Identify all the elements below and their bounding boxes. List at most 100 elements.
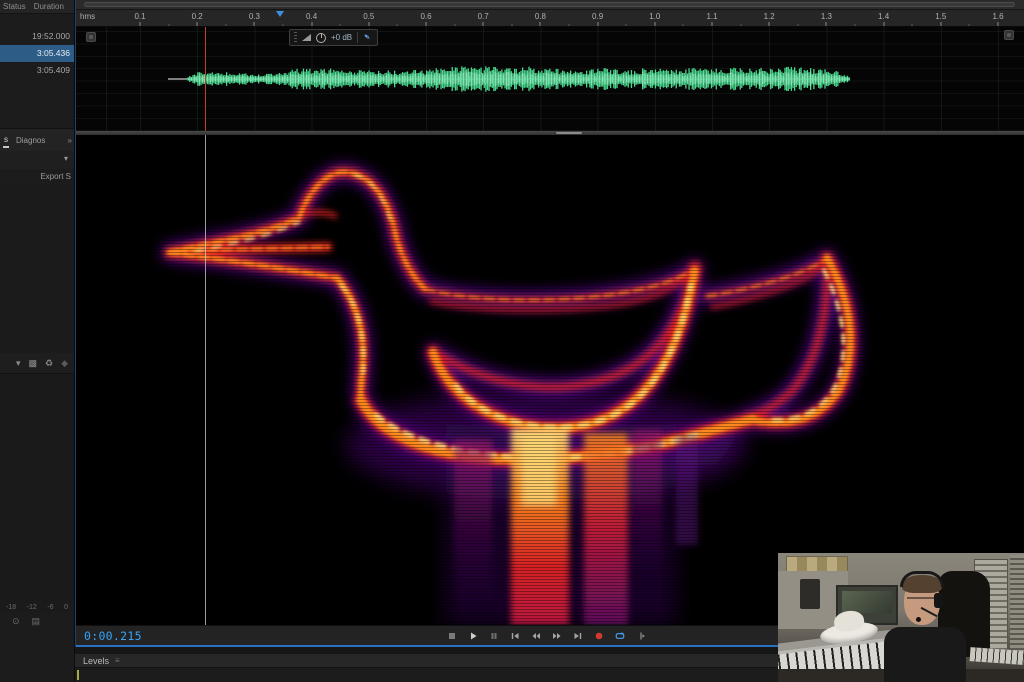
waveform-playhead-line [205, 27, 206, 131]
column-duration[interactable]: Duration [34, 2, 64, 11]
levels-panel-title: Levels [83, 656, 109, 666]
webcam-glasses [907, 597, 937, 604]
menu-icon[interactable]: ▤ [32, 616, 41, 627]
waveform-panel[interactable]: +0 dB ✒ [76, 27, 1024, 131]
play-button[interactable] [465, 629, 480, 643]
chevron-down-icon[interactable]: ▾ [64, 154, 68, 163]
ruler-tick-mark [769, 22, 770, 26]
skip-to-end-button[interactable] [570, 629, 585, 643]
panel-menu-icon[interactable]: ≡ [115, 656, 120, 665]
waveform-bars [186, 66, 850, 91]
meter-scale-label: 0 [64, 604, 68, 611]
meter-tick [77, 670, 79, 680]
pause-icon [489, 631, 499, 641]
ruler-tick-label: 0.2 [192, 12, 203, 21]
spectral-playhead-line [205, 135, 206, 625]
ruler-minor-tick [340, 24, 341, 26]
playhead-caret[interactable] [276, 11, 284, 17]
ruler-tick-label: 1.5 [935, 12, 946, 21]
timeline-ruler[interactable]: hms 0.10.20.30.40.50.60.70.80.91.01.11.2… [76, 10, 1024, 27]
ruler-unit-label: hms [80, 12, 95, 21]
file-row[interactable]: 19:52.000 [0, 28, 74, 45]
webcam-headset-earcup [934, 593, 943, 608]
volume-knob-icon[interactable] [316, 33, 326, 43]
zoom-scrollbar[interactable] [76, 0, 1024, 10]
chart-icon[interactable]: ▩ [29, 358, 38, 369]
rewind-button[interactable] [528, 629, 543, 643]
export-settings-label[interactable]: Export S [0, 169, 74, 185]
fast-forward-icon [552, 631, 562, 641]
ruler-tick-label: 1.2 [764, 12, 775, 21]
webcam-scene [778, 553, 1024, 682]
time-display[interactable]: 0:00.215 [76, 629, 142, 643]
ruler-tick-mark [254, 22, 255, 26]
sidebar-tabstrip: s Diagnos » [0, 129, 74, 151]
ruler-tick-label: 0.5 [363, 12, 374, 21]
skip-cursor-icon [636, 631, 646, 641]
loop-playback-button[interactable] [612, 629, 627, 643]
dropdown-row: ▾ [0, 151, 74, 169]
stop-button[interactable] [444, 629, 459, 643]
ruler-tick-label: 0.3 [249, 12, 260, 21]
record-icon [594, 631, 604, 641]
tab-overflow-icon[interactable]: » [68, 136, 72, 145]
webcam-mic [916, 617, 921, 622]
target-icon[interactable]: ⊙ [12, 616, 20, 627]
panel-toolbar: ▾ ▩ ♻ ◆ [0, 353, 74, 373]
stop-icon [447, 631, 457, 641]
skip-to-start-button[interactable] [507, 629, 522, 643]
skip-cursor-button[interactable] [633, 629, 648, 643]
transport-buttons [444, 629, 648, 643]
files-list: 19:52.0003:05.4363:05.409 [0, 28, 74, 128]
app-window: Status Duration 19:52.0003:05.4363:05.40… [0, 0, 1024, 682]
ruler-tick-mark [311, 22, 312, 26]
sidebar-tab[interactable]: s [3, 133, 9, 148]
meter-scale: -18-12-60 [0, 601, 74, 613]
ruler-tick-label: 1.3 [821, 12, 832, 21]
chevron-down-icon[interactable]: ▾ [16, 358, 21, 369]
fast-forward-button[interactable] [549, 629, 564, 643]
record-button[interactable] [591, 629, 606, 643]
splitter-handle[interactable] [556, 132, 582, 134]
file-row[interactable]: 3:05.436 [0, 45, 74, 62]
panel-empty-area [0, 373, 74, 601]
ruler-tick-mark [540, 22, 541, 26]
ruler-minor-tick [626, 24, 627, 26]
left-sidebar: Status Duration 19:52.0003:05.4363:05.40… [0, 0, 75, 682]
webcam-person-body [884, 627, 966, 682]
ruler-tick-mark [826, 22, 827, 26]
volume-fader-icon[interactable] [302, 34, 311, 41]
hud-volume-widget[interactable]: +0 dB ✒ [289, 29, 378, 46]
column-status[interactable]: Status [3, 2, 26, 11]
hud-grip-icon[interactable] [294, 32, 297, 43]
webcam-headset-band [900, 571, 944, 587]
ruler-tick-label: 0.9 [592, 12, 603, 21]
skip-to-end-icon [573, 631, 583, 641]
zoom-scrollbar-handle[interactable] [84, 2, 1015, 7]
pin-icon[interactable]: ✒ [360, 31, 373, 44]
webcam-rack-right [1010, 555, 1024, 665]
webcam-speaker [800, 579, 820, 609]
trash-icon[interactable]: ♻ [45, 358, 53, 369]
ruler-tick-label: 0.6 [420, 12, 431, 21]
webcam-overlay [778, 548, 1024, 682]
ruler-minor-tick [283, 24, 284, 26]
ruler-tick-mark [654, 22, 655, 26]
webcam-poster [786, 556, 848, 572]
ruler-tick-label: 1.1 [706, 12, 717, 21]
ruler-minor-tick [168, 24, 169, 26]
files-panel-header: Status Duration [0, 0, 74, 14]
file-row[interactable]: 3:05.409 [0, 62, 74, 79]
ruler-tick-mark [940, 22, 941, 26]
meter-scale-label: -18 [6, 604, 16, 611]
skip-to-start-icon [510, 631, 520, 641]
divider [357, 32, 358, 43]
ruler-minor-tick [397, 24, 398, 26]
pause-button[interactable] [486, 629, 501, 643]
more-icon[interactable]: ◆ [61, 358, 68, 369]
ruler-minor-tick [454, 24, 455, 26]
sidebar-tab[interactable]: Diagnos [15, 134, 46, 147]
ruler-minor-tick [569, 24, 570, 26]
panel-empty-area [0, 185, 74, 353]
hud-gain-label: +0 dB [331, 33, 352, 42]
